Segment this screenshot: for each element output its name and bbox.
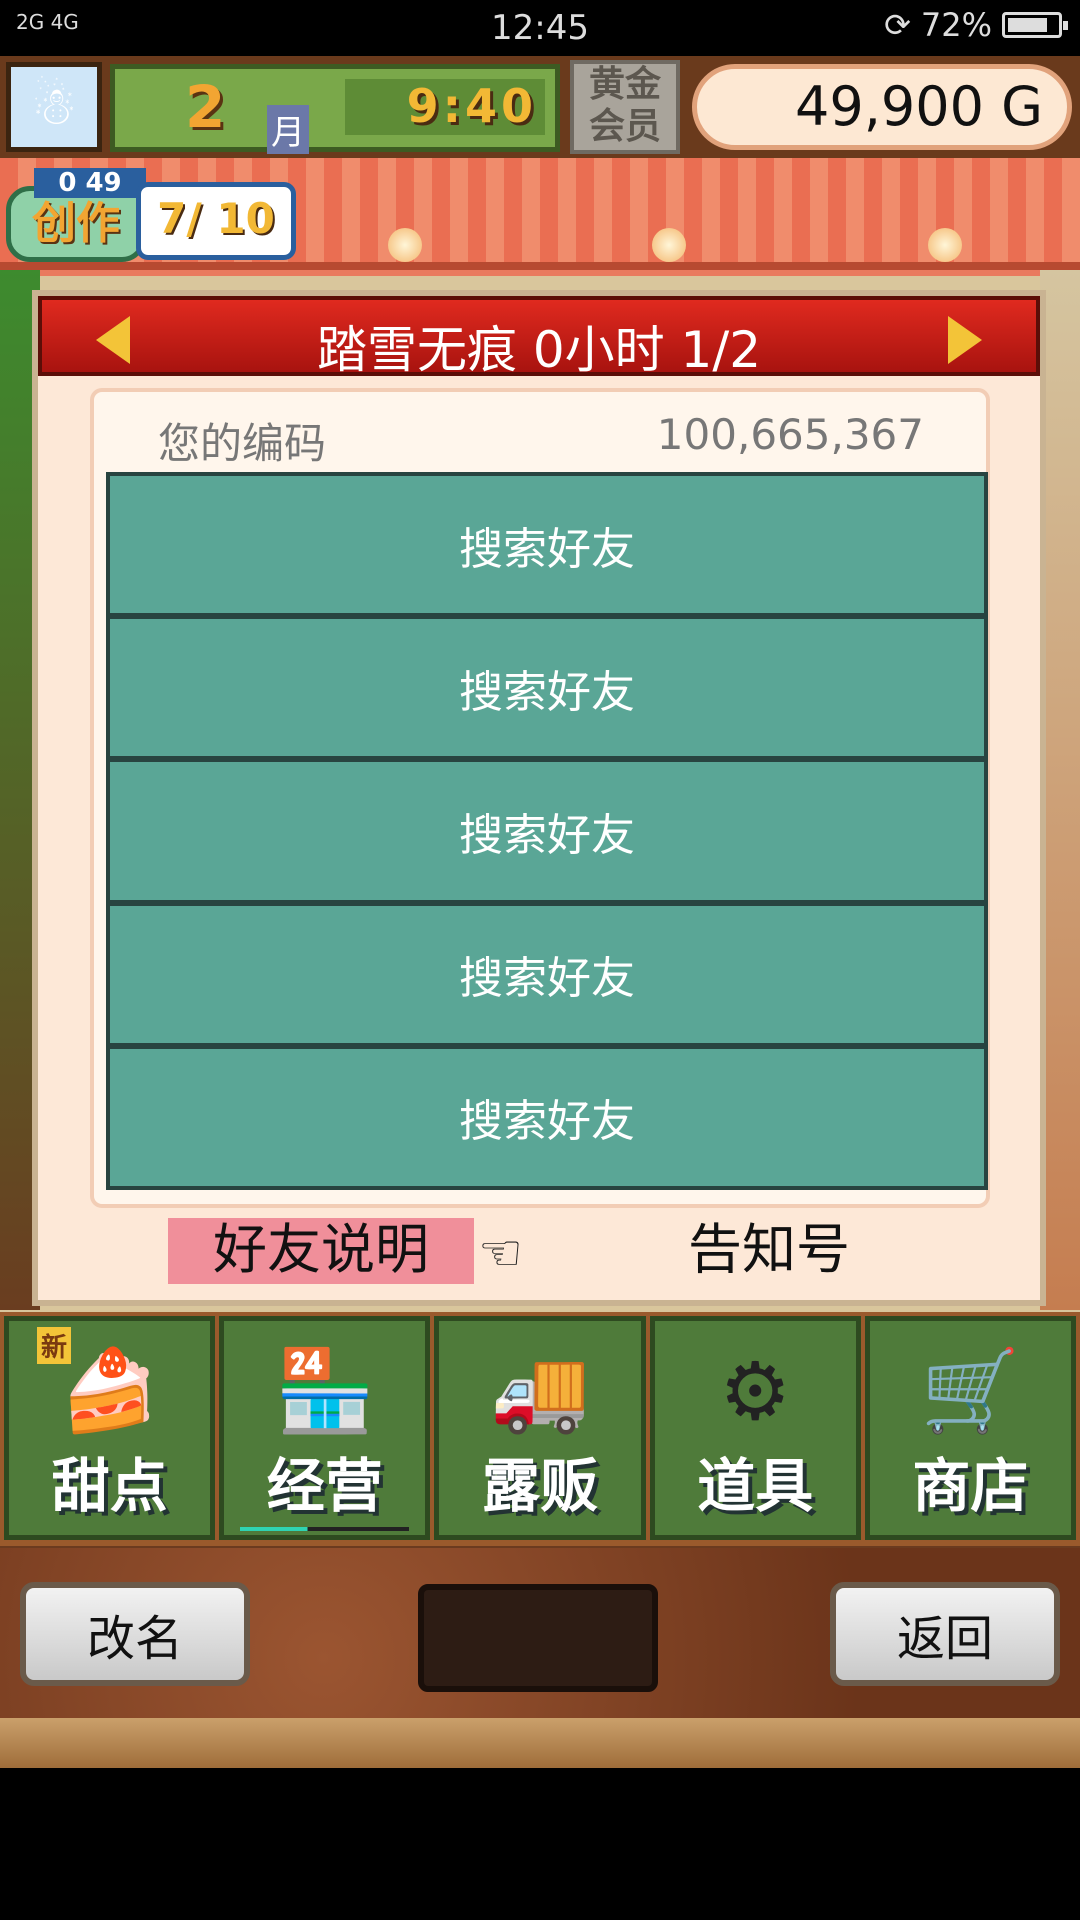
active-indicator: [240, 1527, 410, 1531]
create-badge[interactable]: 创作 0 49 7/ 10: [6, 168, 296, 264]
top-hud: ☃ 2 月 9:40 黄金会员 49,900 G: [0, 56, 1080, 158]
battery-indicator: ⟳ 72%: [884, 6, 1068, 44]
shopping-cart-icon: 🛒: [920, 1344, 1021, 1437]
money-display: 49,900 G: [692, 64, 1072, 150]
battery-icon: [1002, 12, 1068, 38]
gold-member-badge[interactable]: 黄金会员: [570, 60, 680, 154]
user-code-row: 您的编码 100,665,367: [94, 402, 994, 472]
user-code-value: 100,665,367: [656, 410, 924, 459]
create-count: 0 49: [34, 168, 146, 198]
battery-percent: 72%: [920, 6, 992, 44]
create-progress: 7/ 10: [136, 182, 296, 260]
pointing-hand-icon: ☜: [478, 1224, 523, 1282]
back-button[interactable]: 返回: [830, 1582, 1060, 1686]
dialog-footer: 好友说明 ☜ 告知号: [38, 1218, 1040, 1288]
user-code-label: 您的编码: [158, 419, 327, 468]
search-friend-button[interactable]: 搜索好友: [110, 476, 984, 614]
friends-dialog: 踏雪无痕 0小时 1/2 您的编码 100,665,367 搜索好友 搜索好友 …: [32, 290, 1046, 1306]
lamp-icon: [652, 228, 686, 262]
game-clock: 9:40: [345, 79, 545, 135]
scene-right-edge: [1040, 270, 1080, 1310]
menu-dessert[interactable]: 新 🍰 甜点: [4, 1316, 216, 1540]
lamp-icon: [388, 228, 422, 262]
status-bar: 2G 4G 12:45 ⟳ 72%: [0, 0, 1080, 56]
snowman-avatar-icon[interactable]: ☃: [6, 62, 102, 152]
search-friend-button[interactable]: 搜索好友: [110, 619, 984, 757]
menu-manage-label: 经营: [266, 1452, 383, 1520]
month-label: 月: [267, 105, 309, 154]
menu-store-label: 商店: [912, 1452, 1029, 1520]
gear-bag-icon: ⚙: [719, 1344, 792, 1438]
menu-food-truck[interactable]: 🚚 露贩: [434, 1316, 646, 1540]
rename-button[interactable]: 改名: [20, 1582, 250, 1686]
bottom-menu: 新 🍰 甜点 🏪 经营 🚚 露贩 ⚙ 道具 🛒 商店: [0, 1312, 1080, 1546]
cake-icon: 🍰: [59, 1344, 160, 1437]
search-friend-button[interactable]: 搜索好友: [110, 1048, 984, 1187]
search-friend-button[interactable]: 搜索好友: [110, 905, 984, 1043]
friend-slot-list: 搜索好友 搜索好友 搜索好友 搜索好友 搜索好友: [106, 472, 988, 1190]
counter-strip: [0, 1718, 1080, 1768]
lamp-icon: [928, 228, 962, 262]
friends-panel: 您的编码 100,665,367 搜索好友 搜索好友 搜索好友 搜索好友 搜索好…: [90, 388, 990, 1208]
menu-store[interactable]: 🛒 商店: [864, 1316, 1077, 1540]
bottom-bar: 改名 返回: [0, 1548, 1080, 1768]
center-empty-slot: [418, 1584, 658, 1692]
dialog-header: 踏雪无痕 0小时 1/2: [38, 296, 1040, 379]
search-friend-button[interactable]: 搜索好友: [110, 762, 984, 900]
menu-manage[interactable]: 🏪 经营: [219, 1316, 431, 1540]
date-time-panel: 2 月 9:40: [110, 64, 560, 154]
menu-items[interactable]: ⚙ 道具: [649, 1316, 861, 1540]
food-truck-icon: 🚚: [490, 1344, 590, 1437]
shop-building-icon: 🏪: [274, 1344, 375, 1437]
dialog-title: 踏雪无痕 0小时 1/2: [316, 321, 762, 379]
month-number: 2: [185, 73, 226, 141]
menu-dessert-label: 甜点: [51, 1452, 168, 1520]
lock-rotation-icon: ⟳: [884, 6, 911, 44]
menu-items-label: 道具: [697, 1452, 814, 1520]
next-arrow-icon[interactable]: [948, 316, 982, 364]
menu-food-truck-label: 露贩: [482, 1452, 599, 1520]
friend-explain-button[interactable]: 好友说明: [168, 1218, 474, 1284]
notify-number-button[interactable]: 告知号: [688, 1218, 850, 1282]
